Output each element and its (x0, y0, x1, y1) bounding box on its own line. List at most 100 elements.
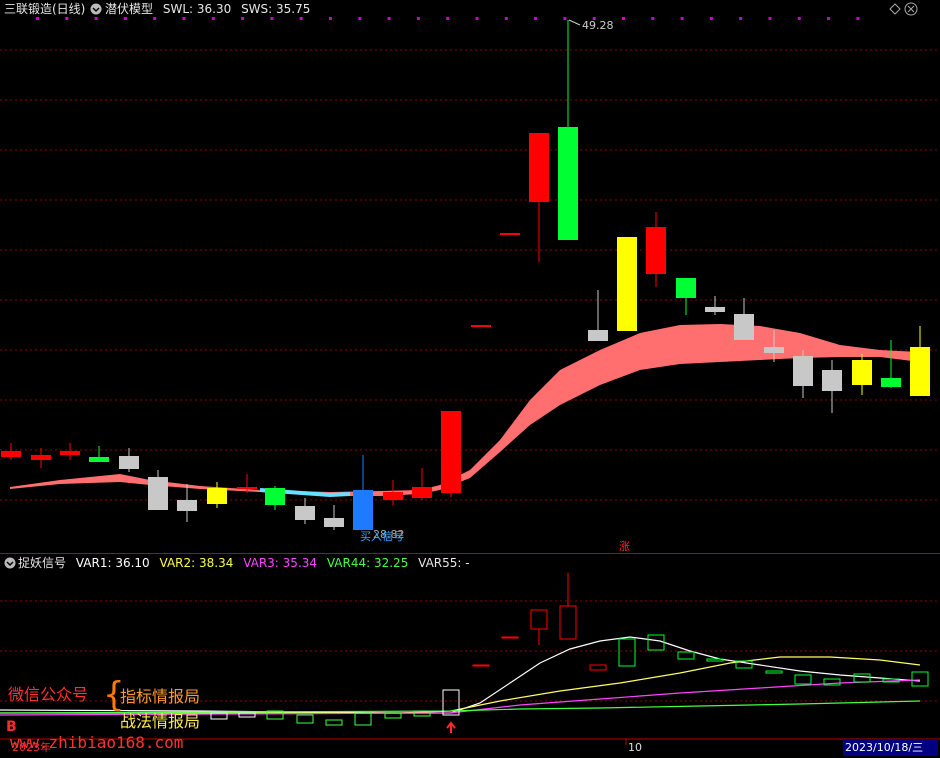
marker-dot (504, 17, 508, 20)
signal-candle (647, 634, 665, 651)
candle-body (441, 411, 461, 493)
circle-chevron-icon[interactable] (4, 557, 16, 569)
candle-body (31, 455, 51, 460)
candle-body (500, 233, 520, 235)
marker-dot (329, 17, 332, 20)
signal-candle (530, 609, 548, 630)
marker-dot (299, 17, 303, 20)
candle-body (793, 356, 813, 386)
candle-body (353, 490, 373, 530)
signal-candle (472, 664, 490, 667)
marker-dot (358, 17, 362, 20)
candle-body (1, 451, 21, 457)
candle-body (910, 347, 930, 396)
candle-body (676, 278, 696, 298)
marker-dot (211, 17, 215, 20)
price-candles (1, 20, 930, 530)
date-label: 2023/10/18/三 (845, 741, 923, 754)
candle-body (471, 325, 491, 327)
candle-body (265, 488, 285, 505)
candle-body (852, 360, 872, 385)
marker-dot (446, 17, 450, 20)
candle-body (588, 330, 608, 341)
candle-body (881, 378, 901, 387)
high-price-pointer (568, 19, 581, 26)
chart-window: 49.28 28.82 买入信号 涨 三联锻造(日线) 潜伏模型 SWL: 36… (0, 0, 940, 758)
sws-value: SWS: 35.75 (241, 2, 311, 16)
watermark-line2: 战法情报局 (120, 712, 201, 731)
marker-dot (475, 17, 479, 20)
marker-dot (651, 17, 655, 20)
diamond-icon[interactable] (889, 3, 901, 15)
var2-value: VAR2: 38.34 (159, 556, 234, 570)
top-marker-dots (36, 17, 860, 20)
marker-dot (680, 17, 684, 20)
candle-body (207, 488, 227, 504)
var1-value: VAR1: 36.10 (75, 556, 150, 570)
candle-body (529, 133, 549, 202)
candle-body (558, 127, 578, 240)
candle-body (764, 347, 784, 353)
candle-body (237, 487, 257, 489)
marker-dot (416, 17, 420, 20)
candle-body (119, 456, 139, 469)
marker-dot (270, 17, 274, 20)
signal-candle (589, 664, 607, 671)
stock-title: 三联锻造(日线) (4, 2, 86, 16)
signal-header: 捉妖信号 VAR1: 36.10 VAR2: 38.34 VAR3: 35.34… (18, 555, 476, 571)
candle-body (89, 457, 109, 462)
signal-candle (765, 670, 783, 674)
marker-dot (241, 17, 245, 20)
marker-dot (153, 17, 157, 20)
marker-dot (856, 17, 860, 20)
indicator-name[interactable]: 潜伏模型 (105, 2, 153, 16)
marker-dot (534, 17, 538, 20)
signal-candle (911, 671, 929, 687)
var44-value: VAR44: 32.25 (326, 556, 409, 570)
marker-dot (387, 17, 391, 20)
candle-body (412, 487, 432, 498)
signal-candle (853, 673, 871, 683)
marker-dot (797, 17, 801, 20)
signal-candle (677, 651, 695, 660)
signal-candle (501, 636, 519, 639)
circle-x-icon[interactable] (904, 2, 918, 16)
candle-body (324, 518, 344, 527)
main-price-panel[interactable]: 49.28 28.82 买入信号 涨 (0, 0, 940, 553)
marker-dot (768, 17, 772, 20)
candle-body (822, 370, 842, 391)
marker-dot (123, 17, 127, 20)
signal-indicator-name[interactable]: 捉妖信号 (18, 556, 66, 570)
marker-dot (739, 17, 743, 20)
candle-body (617, 237, 637, 331)
buy-arrow-icon (446, 721, 456, 733)
signal-candle (794, 674, 812, 685)
var3-value: VAR3: 35.34 (243, 556, 318, 570)
price-grid (0, 49, 940, 501)
signal-candle (296, 714, 314, 724)
marker-dot (36, 17, 39, 20)
watermark-line1: 指标情报局 (120, 687, 201, 706)
signal-candle (354, 712, 372, 726)
buy-signal-label: 买入信号 (360, 530, 404, 543)
candle-body (60, 451, 80, 455)
candle-body (148, 477, 168, 510)
signal-candle (618, 638, 636, 667)
candle-body (295, 506, 315, 520)
main-header: 三联锻造(日线) (4, 1, 91, 17)
candle-body (734, 314, 754, 340)
x-tick-label-10: 10 (628, 741, 642, 754)
var55-value: VAR55: - (418, 556, 470, 570)
swl-value: SWL: 36.30 (162, 2, 232, 16)
marker-dot (709, 17, 713, 20)
signal-candle (706, 658, 724, 662)
marker-dot (827, 17, 831, 20)
high-price-label: 49.28 (582, 19, 614, 32)
marker-dot (563, 17, 567, 20)
circle-chevron-icon[interactable] (90, 3, 102, 15)
signal-candle (559, 605, 577, 640)
candle-body (646, 227, 666, 274)
watermark-url[interactable]: www.zhibiao168.com (10, 733, 183, 752)
signal-candle (325, 719, 343, 726)
candle-body (383, 492, 403, 500)
